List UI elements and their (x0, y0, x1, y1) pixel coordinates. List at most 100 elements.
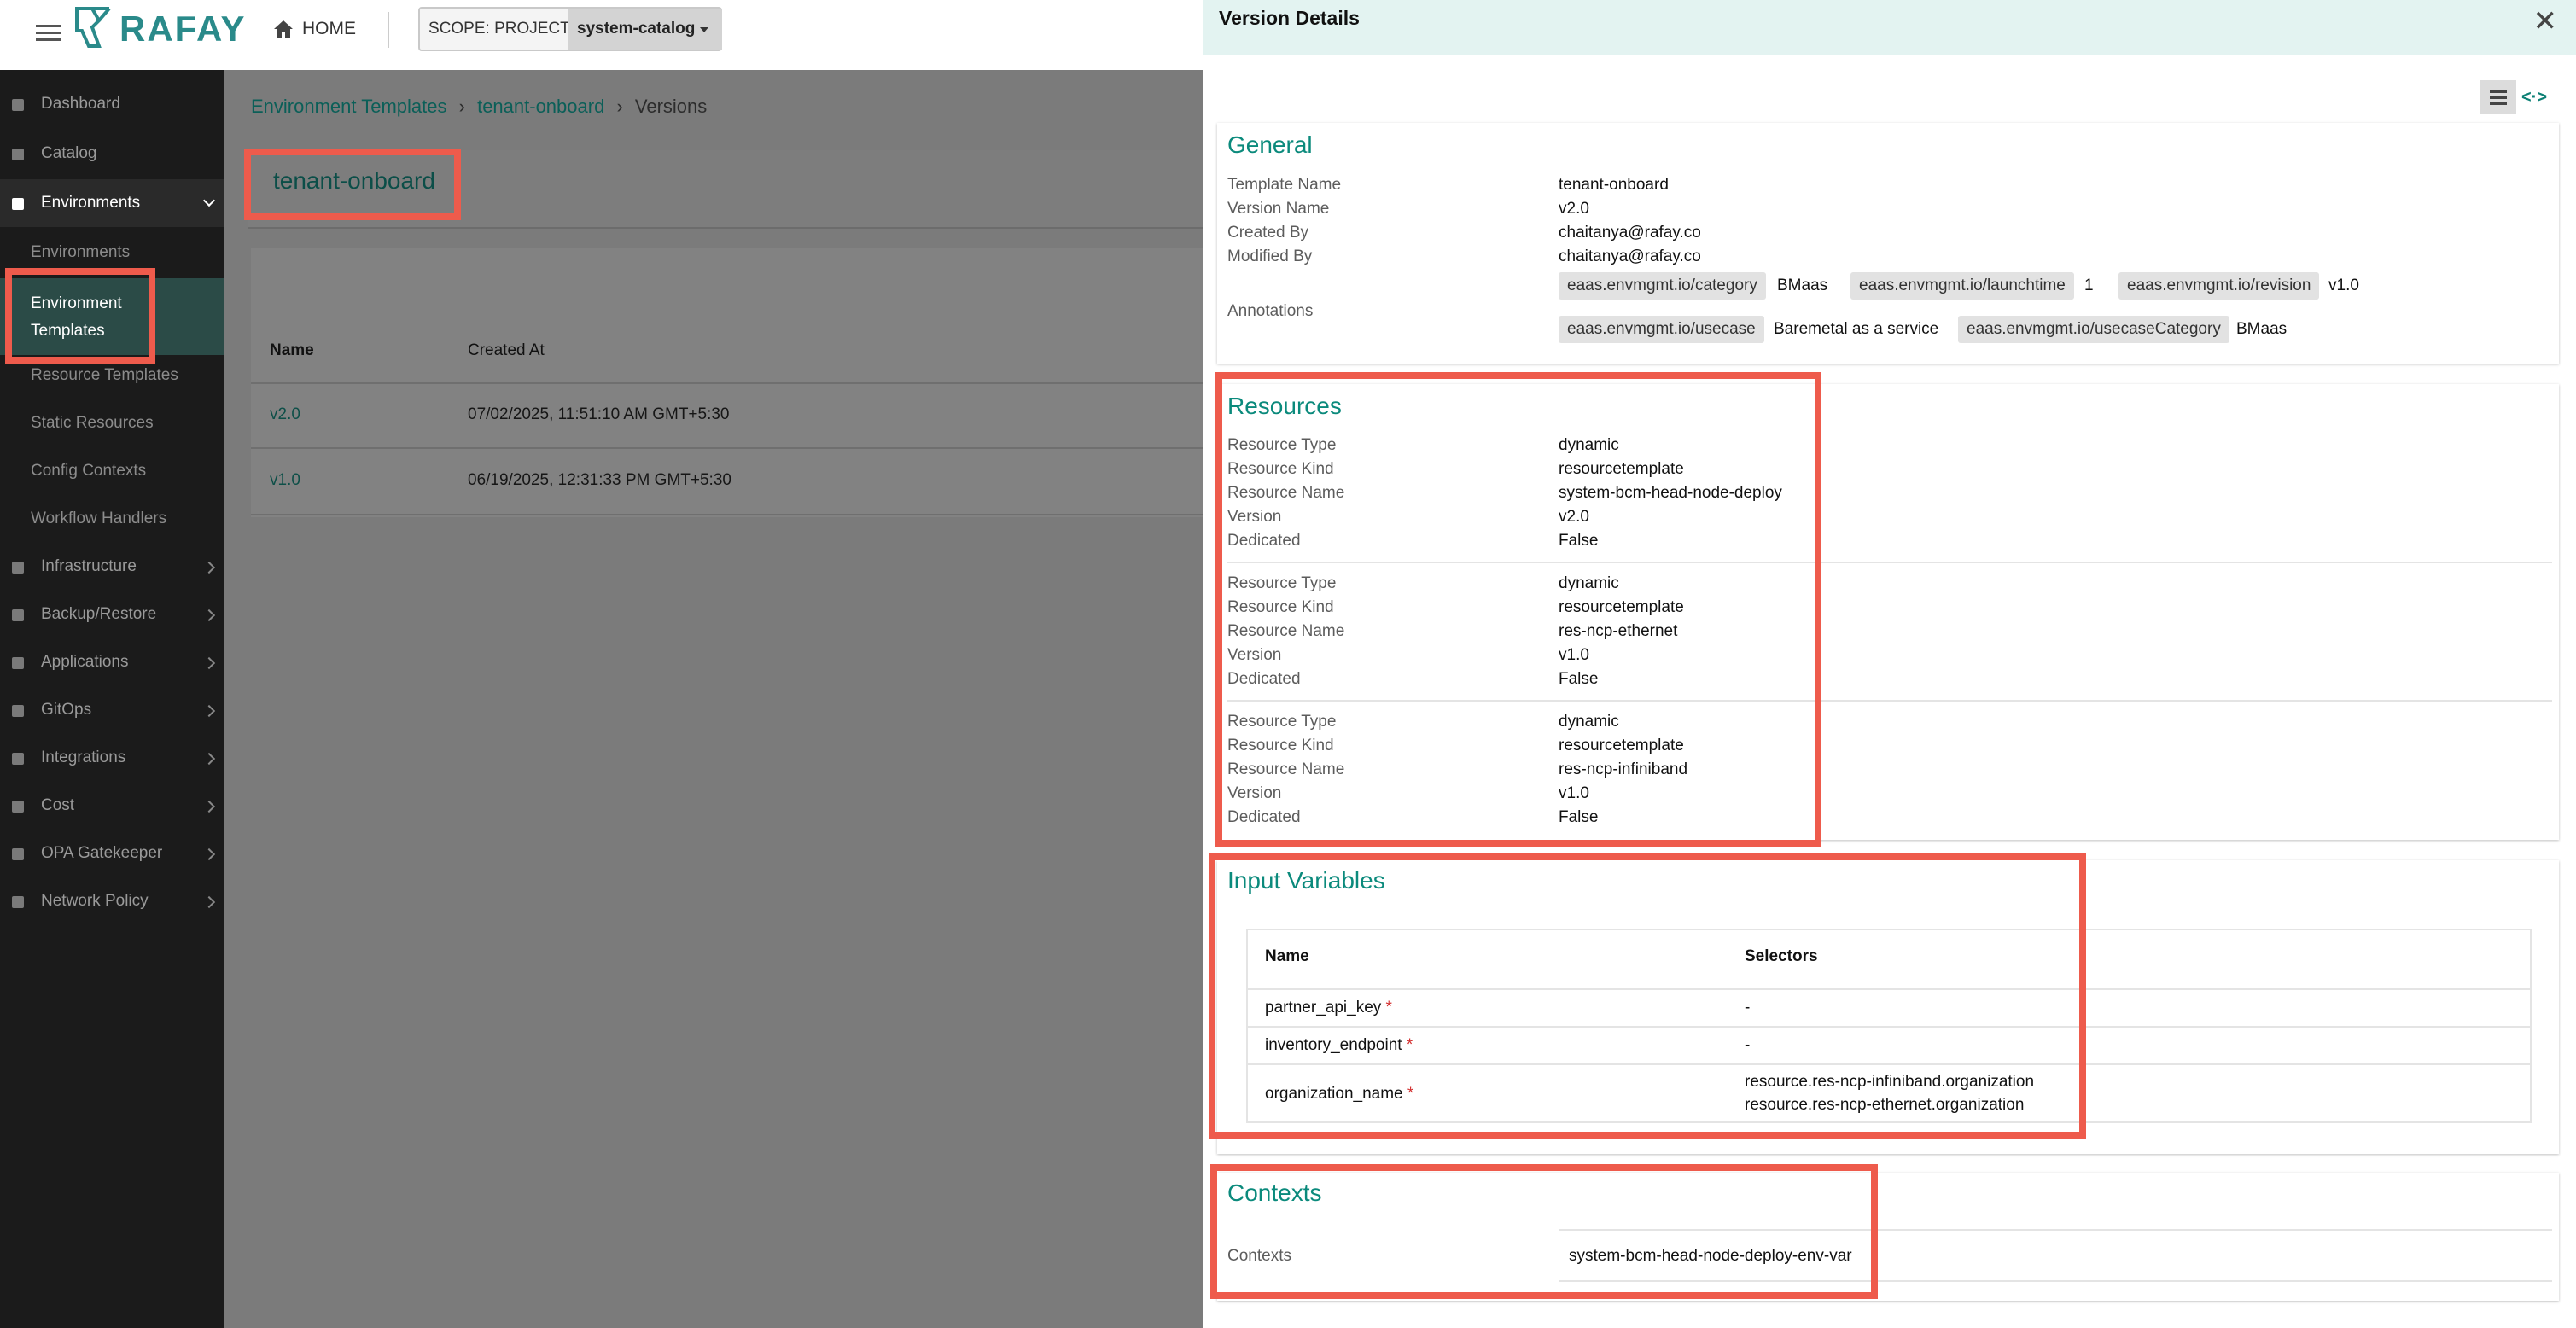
sidebar-item-label: Config Contexts (31, 462, 147, 480)
created-at-cell: 07/02/2025, 11:51:10 AM GMT+5:30 (468, 405, 730, 423)
opa-icon (12, 848, 24, 860)
sidebar-item-environments[interactable]: Environments (0, 179, 224, 227)
field-label: Version Name (1227, 200, 1330, 218)
infrastructure-icon (12, 562, 24, 574)
sidebar-subitem-workflow-handlers[interactable]: Workflow Handlers (0, 495, 224, 543)
annotation-value: Baremetal as a service (1774, 320, 1939, 338)
network-policy-icon (12, 896, 24, 908)
divider (388, 12, 389, 48)
backup-icon (12, 609, 24, 621)
highlight-box (1215, 372, 1821, 847)
annotation-key-chip: eaas.envmgmt.io/usecaseCategory (1958, 316, 2229, 343)
chevron-right-icon (202, 800, 216, 813)
sidebar-item-label: OPA Gatekeeper (41, 844, 163, 862)
brand-name: RAFAY (119, 9, 247, 49)
breadcrumb-separator: › (458, 96, 465, 117)
sidebar-item-catalog[interactable]: Catalog (0, 130, 224, 178)
cost-icon (12, 801, 24, 813)
breadcrumb-link-environment-templates[interactable]: Environment Templates (251, 96, 447, 117)
sidebar-item-label: Workflow Handlers (31, 510, 167, 527)
field-label: Created By (1227, 224, 1309, 242)
breadcrumb-current: Versions (634, 96, 708, 117)
created-at-cell: 06/19/2025, 12:31:33 PM GMT+5:30 (468, 471, 731, 489)
scope-value[interactable]: system-catalog (568, 9, 722, 50)
sidebar-item-applications[interactable]: Applications (0, 638, 224, 686)
sidebar-item-label: Cost (41, 796, 75, 814)
sidebar-item-label: Dashboard (41, 95, 120, 113)
sidebar-item-gitops[interactable]: GitOps (0, 686, 224, 734)
chevron-right-icon (202, 847, 216, 861)
annotation-value: v1.0 (2328, 277, 2359, 294)
code-view-icon[interactable]: <·> (2516, 80, 2552, 114)
sidebar-item-label: Infrastructure (41, 557, 137, 575)
sidebar-item-integrations[interactable]: Integrations (0, 734, 224, 782)
column-header-name[interactable]: Name (270, 341, 314, 360)
divider (251, 514, 1203, 515)
chevron-down-icon (700, 27, 708, 32)
catalog-icon (12, 149, 24, 160)
section-title: General (1227, 131, 1313, 158)
annotation-value: BMaas (2236, 320, 2288, 338)
sidebar: Dashboard Catalog Environments Environme… (0, 70, 224, 1328)
column-header-created-at[interactable]: Created At (468, 341, 545, 360)
chevron-right-icon (202, 609, 216, 622)
chevron-right-icon (202, 656, 216, 670)
version-link[interactable]: v1.0 (270, 471, 300, 490)
panel-header: Version Details ✕ (1203, 0, 2576, 55)
sidebar-subitem-static-resources[interactable]: Static Resources (0, 399, 224, 447)
field-label: Modified By (1227, 248, 1313, 265)
home-link[interactable]: HOME (273, 12, 356, 46)
applications-icon (12, 657, 24, 669)
scope-selector[interactable]: SCOPE: PROJECT system-catalog (418, 7, 722, 51)
sidebar-item-opa-gatekeeper[interactable]: OPA Gatekeeper (0, 830, 224, 877)
dashboard-icon (12, 99, 24, 111)
breadcrumb-separator: › (616, 96, 623, 117)
rafay-logo-icon (75, 7, 111, 48)
divider (251, 447, 1203, 449)
sidebar-item-cost[interactable]: Cost (0, 782, 224, 830)
sidebar-item-infrastructure[interactable]: Infrastructure (0, 543, 224, 591)
annotation-value: 1 (2084, 277, 2094, 294)
sidebar-item-label: Catalog (41, 144, 97, 162)
sidebar-item-label: Integrations (41, 748, 126, 766)
annotation-key-chip: eaas.envmgmt.io/category (1559, 272, 1766, 300)
sidebar-item-network-policy[interactable]: Network Policy (0, 877, 224, 925)
annotation-key-chip: eaas.envmgmt.io/launchtime (1850, 272, 2074, 300)
list-view-icon[interactable] (2480, 80, 2516, 114)
sidebar-item-backup-restore[interactable]: Backup/Restore (0, 591, 224, 638)
sidebar-item-dashboard[interactable]: Dashboard (0, 80, 224, 128)
sidebar-item-label: Applications (41, 653, 129, 671)
highlight-box (244, 149, 461, 220)
highlight-box (1210, 1164, 1878, 1299)
divider (251, 382, 1203, 384)
close-icon[interactable]: ✕ (2533, 7, 2558, 36)
annotation-value: BMaas (1777, 277, 1828, 294)
environments-icon (12, 198, 24, 210)
chevron-right-icon (202, 895, 216, 909)
chevron-down-icon (202, 194, 216, 207)
sidebar-item-label: Backup/Restore (41, 605, 157, 623)
scope-label: SCOPE: PROJECT (428, 20, 570, 38)
breadcrumb: Environment Templates › tenant-onboard ›… (251, 96, 707, 118)
gitops-icon (12, 705, 24, 717)
hamburger-menu-icon[interactable] (36, 20, 61, 46)
highlight-box (5, 268, 155, 364)
sidebar-subitem-config-contexts[interactable]: Config Contexts (0, 447, 224, 495)
view-toggle: <·> (2480, 80, 2552, 114)
version-link[interactable]: v2.0 (270, 405, 300, 424)
sidebar-item-label: Network Policy (41, 892, 149, 910)
highlight-box (1209, 853, 2086, 1139)
sidebar-item-label: Environments (41, 194, 141, 212)
modified-by-value: chaitanya@rafay.co (1559, 248, 1701, 265)
home-label: HOME (302, 19, 356, 38)
field-label: Annotations (1227, 302, 1314, 320)
created-by-value: chaitanya@rafay.co (1559, 224, 1701, 242)
chevron-right-icon (202, 704, 216, 718)
sidebar-item-label: Static Resources (31, 414, 154, 432)
breadcrumb-link-tenant-onboard[interactable]: tenant-onboard (477, 96, 604, 117)
integrations-icon (12, 753, 24, 765)
annotation-key-chip: eaas.envmgmt.io/revision (2118, 272, 2320, 300)
template-name-value: tenant-onboard (1559, 176, 1669, 194)
annotation-key-chip: eaas.envmgmt.io/usecase (1559, 316, 1764, 343)
chevron-right-icon (202, 561, 216, 574)
